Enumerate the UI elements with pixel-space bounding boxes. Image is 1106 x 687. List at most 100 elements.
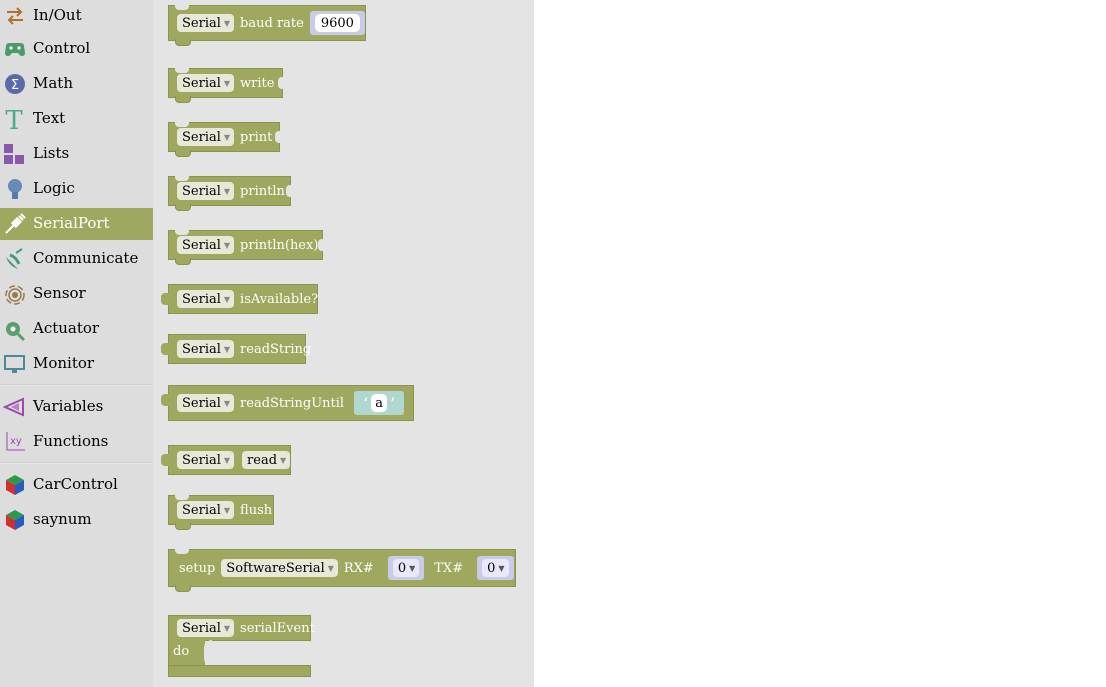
tx-pin-value: 0: [487, 560, 496, 576]
category-logic[interactable]: Logic: [0, 173, 153, 205]
serial-read-block[interactable]: Serial ▼ read ▼: [161, 445, 291, 475]
serial-flush-block[interactable]: Serial ▼ flush: [168, 495, 274, 530]
serial-dropdown[interactable]: Serial ▼: [177, 619, 235, 637]
read-mode-label: read: [247, 452, 278, 468]
serial-read-string-until-block[interactable]: Serial ▼ readStringUntil ‘ a ’: [161, 385, 414, 421]
serial-type-label: SoftwareSerial: [226, 560, 325, 576]
block-text: print: [240, 129, 273, 145]
read-mode-dropdown[interactable]: read ▼: [242, 451, 291, 469]
serial-println-hex-block[interactable]: Serial ▼ println(hex): [168, 230, 323, 265]
dropdown-arrow-icon: ▼: [223, 344, 231, 354]
serial-setup-block[interactable]: setup SoftwareSerial ▼ RX# 0 ▼ TX# 0 ▼: [168, 549, 516, 592]
dropdown-arrow-icon: ▼: [280, 455, 287, 465]
block-flyout: Serial ▼ baud rate 9600 Serial ▼ write Ser…: [153, 0, 534, 687]
serial-event-block[interactable]: Serial ▼ serialEvent do: [168, 615, 315, 677]
in-out-icon: [3, 4, 27, 28]
serial-event-footer: [168, 665, 311, 677]
category-label: Monitor: [33, 354, 95, 372]
dropdown-arrow-icon: ▼: [327, 563, 334, 573]
serial-type-dropdown[interactable]: SoftwareSerial ▼: [221, 559, 338, 577]
category-in-out[interactable]: In/Out: [0, 0, 153, 32]
sensor-icon: [3, 282, 27, 306]
dropdown-arrow-icon: ▼: [223, 78, 231, 88]
block-text: write: [240, 75, 275, 91]
serial-print-block[interactable]: Serial ▼ print: [168, 122, 280, 157]
serial-dropdown-label: Serial: [182, 452, 221, 468]
serial-dropdown[interactable]: Serial ▼: [177, 74, 235, 92]
baud-rate-input-slot: 9600: [309, 11, 365, 35]
serial-dropdown-label: Serial: [182, 75, 221, 91]
block-text: baud rate: [240, 15, 304, 31]
lightbulb-icon: [3, 177, 27, 201]
serial-dropdown[interactable]: Serial ▼: [177, 182, 235, 200]
baud-rate-value-field[interactable]: 9600: [314, 14, 360, 32]
category-label: Lists: [33, 144, 70, 162]
monitor-icon: [3, 352, 27, 376]
serial-dropdown[interactable]: Serial ▼: [177, 14, 235, 32]
serial-dropdown[interactable]: Serial ▼: [177, 501, 235, 519]
serial-event-body-arm: do: [168, 640, 205, 666]
block-text: println(hex): [240, 237, 319, 253]
category-control[interactable]: Control: [0, 33, 153, 65]
serial-dropdown[interactable]: Serial ▼: [177, 340, 235, 358]
serial-dropdown[interactable]: Serial ▼: [177, 290, 235, 308]
serial-dropdown-label: Serial: [182, 15, 221, 31]
category-carcontrol[interactable]: CarControl: [0, 469, 153, 501]
serial-dropdown[interactable]: Serial ▼: [177, 451, 235, 469]
category-lists[interactable]: Lists: [0, 138, 153, 170]
category-label: Actuator: [33, 319, 100, 337]
category-actuator[interactable]: Actuator: [0, 313, 153, 345]
category-label: CarControl: [33, 475, 118, 493]
category-label: Sensor: [33, 284, 86, 302]
dropdown-arrow-icon: ▼: [223, 240, 231, 250]
rx-pin-value: 0: [397, 560, 407, 576]
statement-slot[interactable]: [204, 640, 212, 666]
dropdown-arrow-icon: ▼: [498, 563, 505, 573]
gamepad-icon: [3, 37, 27, 61]
lists-icon: [3, 142, 27, 166]
dropdown-arrow-icon: ▼: [223, 505, 231, 515]
category-saynum[interactable]: saynum: [0, 504, 153, 536]
serial-dropdown-label: Serial: [182, 341, 221, 357]
category-label: Communicate: [33, 249, 139, 267]
category-text[interactable]: T Text: [0, 103, 153, 136]
serial-dropdown-label: Serial: [182, 129, 221, 145]
svg-text:xy: xy: [10, 436, 22, 447]
serial-dropdown[interactable]: Serial ▼: [177, 394, 235, 412]
dropdown-arrow-icon: ▼: [409, 563, 416, 573]
serial-baud-rate-block[interactable]: Serial ▼ baud rate 9600: [168, 5, 366, 46]
category-variables[interactable]: Variables: [0, 391, 153, 423]
block-text: readStringUntil: [240, 395, 345, 411]
rx-pin-dropdown[interactable]: 0 ▼: [392, 559, 420, 577]
tx-pin-dropdown[interactable]: 0 ▼: [482, 559, 509, 577]
category-serialport[interactable]: SerialPort: [0, 208, 153, 240]
category-functions[interactable]: xy Functions: [0, 426, 153, 458]
serial-dropdown[interactable]: Serial ▼: [177, 236, 235, 254]
category-label: Math: [33, 74, 73, 92]
serial-dropdown[interactable]: Serial ▼: [177, 128, 235, 146]
serial-read-string-block[interactable]: Serial ▼ readString: [161, 334, 311, 364]
cube-icon: [3, 473, 27, 497]
serial-event-header: Serial ▼ serialEvent: [168, 615, 315, 641]
terminator-char-field[interactable]: a: [371, 394, 387, 412]
serial-write-block[interactable]: Serial ▼ write: [168, 68, 283, 103]
math-icon: Σ: [3, 72, 27, 96]
category-math[interactable]: Σ Math: [0, 68, 153, 100]
toolbox-sidebar: In/Out Control Σ Math T Text Lists Logic: [0, 0, 153, 687]
category-separator: [0, 384, 153, 386]
rx-input-slot: 0 ▼: [387, 556, 425, 580]
category-label: SerialPort: [33, 214, 110, 232]
category-label: Variables: [33, 397, 104, 415]
serial-is-available-block[interactable]: Serial ▼ isAvailable?: [161, 284, 318, 314]
category-label: Control: [33, 39, 91, 57]
category-communicate[interactable]: Communicate: [0, 243, 153, 275]
serial-dropdown-label: Serial: [182, 291, 221, 307]
satellite-dish-icon: [3, 247, 27, 271]
category-monitor[interactable]: Monitor: [0, 348, 153, 380]
dropdown-arrow-icon: ▼: [223, 186, 231, 196]
category-sensor[interactable]: Sensor: [0, 278, 153, 310]
category-label: Functions: [33, 432, 109, 450]
serial-println-block[interactable]: Serial ▼ println: [168, 176, 291, 211]
actuator-icon: [3, 317, 27, 342]
usb-plug-icon: [3, 212, 27, 236]
